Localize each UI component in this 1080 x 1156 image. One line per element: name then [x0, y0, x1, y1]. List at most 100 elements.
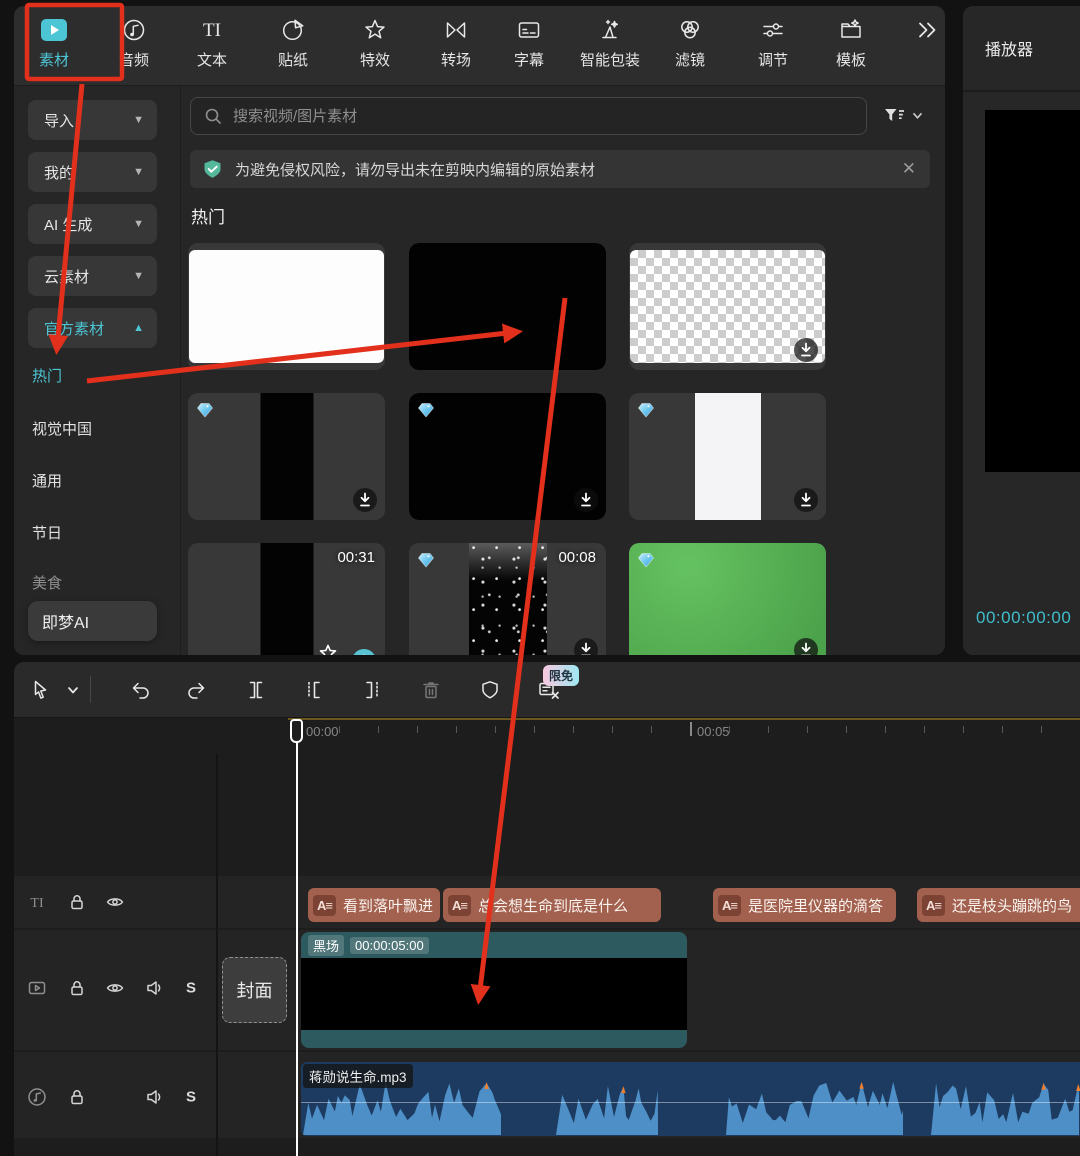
- section-title: 热门: [191, 203, 225, 228]
- sidebar-item-visual-china[interactable]: 视觉中国: [32, 418, 92, 442]
- split-icon[interactable]: [245, 679, 267, 701]
- lock-toggle-text[interactable]: [67, 892, 87, 912]
- material-card-green-8[interactable]: [629, 543, 826, 655]
- ruler-label-end: 00:05: [697, 724, 730, 739]
- text-clip-1[interactable]: A≡总会想生命到底是什么: [443, 888, 661, 922]
- toolbar-tab-label: 调节: [758, 49, 788, 70]
- video-clip-duration: 00:00:05:00: [350, 937, 429, 954]
- audio-clip[interactable]: 蒋勋说生命.mp3: [301, 1062, 1080, 1136]
- download-icon[interactable]: [352, 487, 378, 513]
- material-card-black-1[interactable]: [409, 243, 606, 370]
- music-track-icon: [27, 1087, 47, 1107]
- timeline-toolbar: 限免: [14, 662, 1080, 718]
- solo-toggle-audio[interactable]: S: [186, 1089, 196, 1106]
- mark-shield-icon[interactable]: [479, 679, 501, 701]
- player-preview[interactable]: [985, 110, 1080, 472]
- sidebar-button-jimeng-ai[interactable]: 即梦AI: [28, 601, 157, 641]
- player-title: 播放器: [985, 36, 1033, 60]
- audio-note-icon: [121, 16, 147, 44]
- ruler-label-start: 00:00: [306, 724, 339, 739]
- search-bar[interactable]: [190, 97, 867, 135]
- sidebar-item-hot[interactable]: 热门: [32, 365, 62, 389]
- material-card-white-0[interactable]: [188, 243, 385, 370]
- text-clip-2[interactable]: A≡是医院里仪器的滴答: [713, 888, 896, 922]
- playhead-line[interactable]: [296, 742, 298, 1156]
- ruler-tick: [768, 726, 769, 733]
- toolbar-tab-sticker[interactable]: 贴纸: [278, 16, 308, 70]
- sidebar-item-festival[interactable]: 节日: [32, 522, 62, 546]
- thumbnail-black-strip: [260, 393, 313, 520]
- close-icon[interactable]: ✕: [902, 159, 916, 179]
- ruler-accent-line: [288, 718, 1080, 720]
- material-card-checker-2[interactable]: [629, 243, 826, 370]
- text-clip-0[interactable]: A≡看到落叶飘进: [308, 888, 440, 922]
- vip-diamond-icon: [417, 551, 435, 569]
- download-icon[interactable]: [793, 337, 819, 363]
- sidebar-button-official[interactable]: 官方素材▲: [28, 308, 157, 348]
- sidebar-button-cloud[interactable]: 云素材▼: [28, 256, 157, 296]
- undo-icon[interactable]: [129, 679, 151, 701]
- playhead-handle[interactable]: [290, 719, 303, 743]
- lock-toggle-audio[interactable]: [67, 1087, 87, 1107]
- delete-icon[interactable]: [420, 679, 442, 701]
- filter-button[interactable]: [882, 102, 940, 130]
- toolbar-tab-templates[interactable]: 模板: [836, 16, 866, 70]
- split-right-icon[interactable]: [361, 679, 383, 701]
- transition-bowtie-icon: [443, 16, 469, 44]
- toolbar-tab-effects[interactable]: 特效: [360, 16, 390, 70]
- text-clip-3[interactable]: A≡还是枝头蹦跳的鸟: [917, 888, 1080, 922]
- speaker-toggle-video[interactable]: [145, 978, 165, 998]
- redo-icon[interactable]: [186, 679, 208, 701]
- ruler-tick: [807, 726, 808, 733]
- download-icon[interactable]: [793, 637, 819, 655]
- toolbar-tab-label: 素材: [39, 49, 69, 70]
- lock-toggle-video[interactable]: [67, 978, 87, 998]
- sidebar-button-import[interactable]: 导入▼: [28, 100, 157, 140]
- copyright-notice-bar: 为避免侵权风险，请勿导出未在剪映内编辑的原始素材 ✕: [190, 150, 930, 188]
- toolbar-tab-transition[interactable]: 转场: [441, 16, 471, 70]
- favorite-star-icon[interactable]: [317, 643, 339, 655]
- sidebar-button-label: AI 生成: [44, 214, 92, 235]
- speaker-toggle-audio[interactable]: [145, 1087, 165, 1107]
- add-plus-icon[interactable]: [351, 648, 377, 655]
- material-card-black-4[interactable]: [409, 393, 606, 520]
- ruler-tick: [1002, 726, 1003, 733]
- eye-toggle-text[interactable]: [105, 892, 125, 912]
- material-card-strip-black-6[interactable]: 00:31: [188, 543, 385, 655]
- audio-volume-line[interactable]: [301, 1102, 1080, 1103]
- download-icon[interactable]: [573, 487, 599, 513]
- sidebar-item-food[interactable]: 美食: [32, 572, 62, 596]
- download-icon[interactable]: [573, 637, 599, 655]
- solo-toggle-video[interactable]: S: [186, 980, 196, 997]
- toolbar-tab-material[interactable]: 素材: [39, 16, 69, 70]
- material-card-strip-black-3[interactable]: [188, 393, 385, 520]
- chevron-down-icon[interactable]: [67, 685, 79, 695]
- sidebar-button-mine[interactable]: 我的▼: [28, 152, 157, 192]
- vip-diamond-icon: [196, 401, 214, 419]
- download-icon[interactable]: [793, 487, 819, 513]
- eye-toggle-video[interactable]: [105, 978, 125, 998]
- toolbar-tab-text[interactable]: TI文本: [197, 16, 227, 70]
- video-material-icon: [41, 16, 67, 44]
- toolbar-tab-adjust[interactable]: 调节: [758, 16, 788, 70]
- sidebar-item-general[interactable]: 通用: [32, 470, 62, 494]
- material-card-strip-particles-7[interactable]: 00:08: [409, 543, 606, 655]
- solo-label: S: [186, 980, 196, 997]
- toolbar-tab-filters[interactable]: 滤镜: [675, 16, 705, 70]
- search-input[interactable]: [231, 107, 795, 126]
- sidebar-button-ai-generate[interactable]: AI 生成▼: [28, 204, 157, 244]
- material-card-strip-white-5[interactable]: [629, 393, 826, 520]
- video-clip-black[interactable]: 黑场 00:00:05:00: [301, 932, 687, 1048]
- select-cursor-icon[interactable]: [29, 679, 51, 701]
- video-clip-filmstrip: [301, 958, 687, 1030]
- text-clip-text: 总会想生命到底是什么: [478, 895, 628, 916]
- toolbar-tab-captions[interactable]: 字幕: [514, 16, 544, 70]
- cover-button[interactable]: 封面: [222, 957, 287, 1023]
- toolbar-tab-smartpack[interactable]: 智能包装: [580, 16, 640, 70]
- split-left-icon[interactable]: [303, 679, 325, 701]
- toolbar-tab-more[interactable]: [914, 16, 940, 49]
- jimeng-ai-label: 即梦AI: [42, 609, 89, 633]
- toolbar-tab-audio[interactable]: 音频: [119, 16, 149, 70]
- notice-text: 为避免侵权风险，请勿导出未在剪映内编辑的原始素材: [235, 159, 595, 180]
- shield-check-icon: [202, 159, 223, 180]
